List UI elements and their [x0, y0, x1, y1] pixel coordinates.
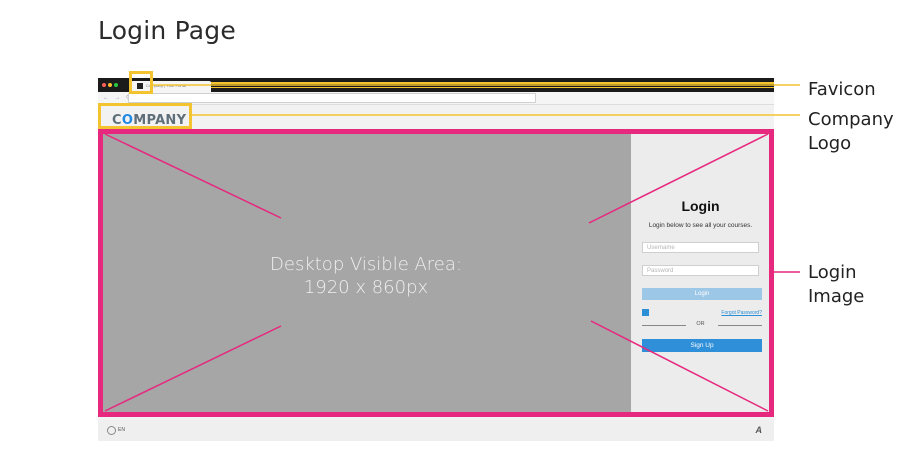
cross-line-top-left — [104, 133, 282, 219]
login-image-callout: Login Image — [808, 261, 864, 309]
login-image-callout-line2: Image — [808, 286, 865, 307]
login-image-callout-line1: Login — [808, 262, 857, 283]
company-logo-callout-line2: Logo — [808, 133, 852, 154]
company-logo-callout: Company Logo — [808, 108, 894, 156]
annotation-lines — [104, 84, 800, 412]
cross-line-bottom-right — [590, 320, 769, 412]
cross-line-top-right — [588, 133, 769, 224]
cross-line-bottom-left — [104, 325, 282, 412]
favicon-callout: Favicon — [808, 79, 876, 100]
company-logo-callout-line1: Company — [808, 109, 894, 130]
